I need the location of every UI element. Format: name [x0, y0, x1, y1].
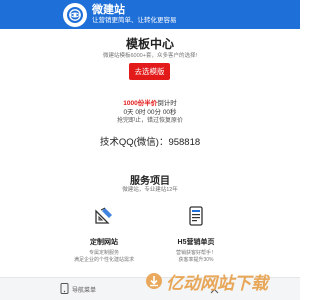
service-card-h5-page[interactable]: H5营销单页 营销获客好帮手！ 获客率提升30%	[150, 197, 242, 271]
qq-value[interactable]: 958818	[168, 137, 200, 148]
globe-icon[interactable]	[63, 2, 87, 27]
qq-label: 技术QQ(微信)：	[99, 137, 169, 148]
service-card-title: 定制网站	[90, 239, 118, 246]
brand-slogan: 让营销更简单、让转化更容易	[92, 16, 177, 24]
phone-icon	[60, 281, 69, 299]
service-card-line1: 营销获客好帮手！	[175, 250, 216, 256]
watermark-text: 亿动网站下载	[166, 273, 268, 293]
ruler-pencil-icon	[93, 205, 115, 227]
service-card-line2: 满足企业的个性化建站需求	[73, 257, 134, 263]
qq-contact: 技术QQ(微信)：958818	[0, 134, 300, 148]
phone-page-icon	[185, 205, 207, 227]
choose-template-button[interactable]: 去选模版	[129, 63, 170, 80]
service-card-line2: 获客率提升30%	[178, 257, 214, 263]
download-icon	[145, 272, 163, 290]
promo-note: 抢完即止，错过恢复原价	[116, 118, 183, 124]
service-card-title: H5营销单页	[177, 239, 215, 246]
service-card-custom-site[interactable]: 定制网站 专属定制服务 满足企业的个性化建站需求	[58, 197, 150, 271]
brand-name[interactable]: 微建站	[92, 4, 177, 16]
service-card-line1: 专属定制服务	[88, 250, 119, 256]
header-bar: 微建站 让营销更简单、让转化更容易	[0, 0, 300, 29]
nav-menu-label: 导航菜单	[72, 288, 97, 294]
watermark: 亿动网站下载	[145, 265, 300, 297]
template-center-title: 模板中心	[125, 37, 174, 51]
nav-menu-tab[interactable]: 导航菜单	[60, 278, 96, 300]
services-description: 微建站，专业建站12年	[122, 187, 178, 193]
template-center-description: 微建站模板6000+套，众多客户的选择!	[103, 53, 197, 59]
brand-block: 微建站 让营销更简单、让转化更容易	[92, 4, 177, 25]
